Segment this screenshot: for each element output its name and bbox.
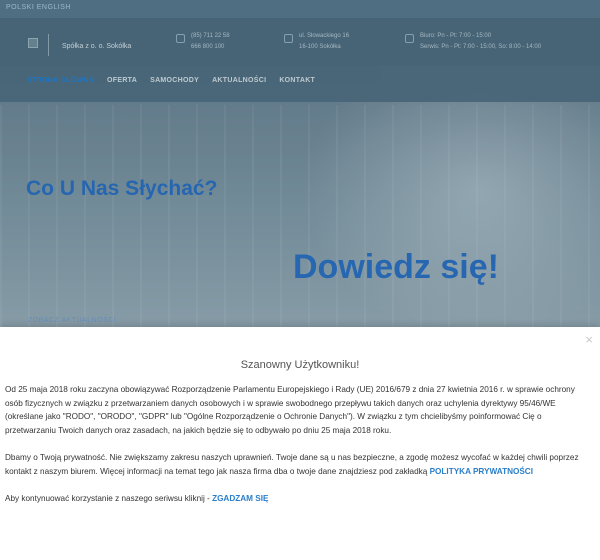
accept-link[interactable]: ZGADZAM SIĘ: [212, 494, 268, 503]
close-icon[interactable]: ×: [585, 333, 593, 346]
modal-title: Szanowny Użytkowniku!: [240, 359, 360, 371]
gdpr-modal: × Szanowny Użytkowniku! Od 25 maja 2018 …: [0, 327, 600, 560]
privacy-policy-link[interactable]: POLITYKA PRYWATNOŚCI: [430, 467, 533, 476]
modal-paragraph-regulation: Od 25 maja 2018 roku zaczyna obowiązywać…: [5, 385, 575, 435]
modal-paragraph-consent: Aby kontynuować korzystanie z naszego se…: [5, 492, 593, 506]
consent-text: Aby kontynuować korzystanie z naszego se…: [5, 493, 213, 503]
modal-paragraph-privacy: Dbamy o Twoją prywatność. Nie zwiększamy…: [5, 451, 593, 478]
modal-body: Od 25 maja 2018 roku zaczyna obowiązywać…: [5, 383, 593, 519]
